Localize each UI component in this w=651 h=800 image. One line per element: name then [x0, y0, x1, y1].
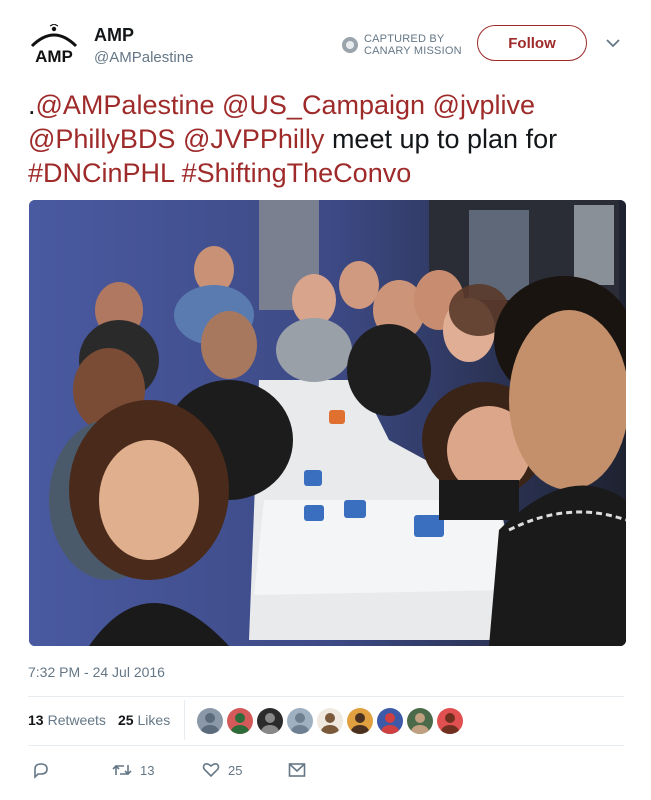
captured-line1: CAPTURED BY	[364, 33, 445, 45]
like-count: 25	[228, 762, 243, 778]
divider	[28, 696, 624, 697]
mention-link[interactable]: @JVPPhilly	[183, 124, 324, 154]
captured-line2: CANARY MISSION	[364, 45, 462, 57]
liker-avatar[interactable]	[317, 708, 343, 734]
retweet-count: 13	[140, 762, 155, 778]
liker-avatar[interactable]	[437, 708, 463, 734]
hashtag-link[interactable]: #ShiftingTheConvo	[182, 158, 412, 188]
tweet-photo[interactable]	[29, 200, 626, 646]
liker-avatar[interactable]	[377, 708, 403, 734]
message-button[interactable]	[288, 762, 306, 778]
retweet-button[interactable]: 13	[112, 761, 202, 779]
retweet-icon	[112, 764, 132, 776]
liker-avatars	[197, 708, 463, 734]
account-handle[interactable]: @AMPalestine	[94, 49, 193, 66]
tweet-text: .@AMPalestine @US_Campaign @jvplive @Phi…	[28, 88, 628, 190]
liker-avatar[interactable]	[407, 708, 433, 734]
tweet-stats: 13 Retweets 25 Likes	[28, 712, 170, 728]
amp-logo: AMP	[30, 24, 78, 66]
heart-icon	[202, 762, 220, 778]
retweets-stat[interactable]: 13 Retweets	[28, 712, 106, 728]
liker-avatar[interactable]	[287, 708, 313, 734]
liker-avatar[interactable]	[197, 708, 223, 734]
mention-link[interactable]: @PhillyBDS	[28, 124, 175, 154]
like-button[interactable]: 25	[202, 761, 288, 779]
liker-avatar[interactable]	[227, 708, 253, 734]
hashtag-link[interactable]: #DNCinPHL	[28, 158, 174, 188]
tweet-actions: 13 25	[32, 761, 306, 779]
mention-link[interactable]: @AMPalestine	[36, 90, 215, 120]
tweet-prefix: .	[28, 90, 36, 120]
account-name[interactable]: AMP	[94, 25, 134, 46]
liker-avatar[interactable]	[257, 708, 283, 734]
mention-link[interactable]: @US_Campaign	[222, 90, 425, 120]
reply-icon	[34, 763, 48, 779]
tweet-body: meet up to plan for	[331, 124, 558, 154]
divider	[28, 745, 624, 746]
liker-avatar[interactable]	[347, 708, 373, 734]
tweet-timestamp[interactable]: 7:32 PM - 24 Jul 2016	[28, 664, 165, 680]
follow-button[interactable]: Follow	[477, 25, 587, 61]
chevron-down-icon[interactable]	[606, 38, 620, 48]
likes-stat[interactable]: 25 Likes	[118, 712, 170, 728]
logo-text: AMP	[35, 47, 73, 66]
mention-link[interactable]: @jvplive	[433, 90, 535, 120]
envelope-icon	[288, 763, 306, 777]
stats-separator	[184, 700, 185, 740]
captured-by-badge: CAPTURED BY CANARY MISSION	[342, 33, 462, 57]
canary-mission-icon	[342, 37, 358, 53]
reply-button[interactable]	[32, 761, 112, 779]
